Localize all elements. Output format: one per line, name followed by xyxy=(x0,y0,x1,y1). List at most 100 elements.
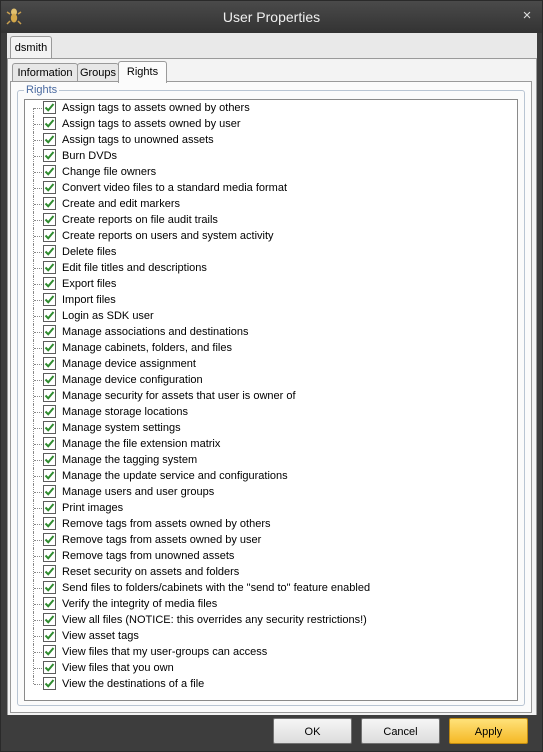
rights-tree[interactable]: Assign tags to assets owned by others Ass… xyxy=(24,99,518,701)
right-checkbox[interactable] xyxy=(43,325,56,338)
right-row[interactable]: Create reports on file audit trails xyxy=(25,212,517,228)
right-row[interactable]: Manage the file extension matrix xyxy=(25,436,517,452)
tree-branch xyxy=(34,508,42,509)
right-checkbox[interactable] xyxy=(43,405,56,418)
right-row[interactable]: Manage users and user groups xyxy=(25,484,517,500)
right-row[interactable]: Manage device configuration xyxy=(25,372,517,388)
right-checkbox[interactable] xyxy=(43,597,56,610)
tab-user[interactable]: dsmith xyxy=(10,36,52,59)
right-checkbox[interactable] xyxy=(43,421,56,434)
right-checkbox[interactable] xyxy=(43,309,56,322)
right-checkbox[interactable] xyxy=(43,245,56,258)
right-checkbox[interactable] xyxy=(43,181,56,194)
right-checkbox[interactable] xyxy=(43,149,56,162)
right-checkbox[interactable] xyxy=(43,213,56,226)
right-row[interactable]: Manage the tagging system xyxy=(25,452,517,468)
right-row[interactable]: Delete files xyxy=(25,244,517,260)
tab-rights[interactable]: Rights xyxy=(118,61,167,83)
right-checkbox[interactable] xyxy=(43,373,56,386)
right-row[interactable]: Manage storage locations xyxy=(25,404,517,420)
right-checkbox[interactable] xyxy=(43,501,56,514)
right-row[interactable]: Print images xyxy=(25,500,517,516)
tree-branch xyxy=(34,460,42,461)
right-label: View files that my user-groups can acces… xyxy=(62,646,268,658)
right-row[interactable]: Remove tags from assets owned by user xyxy=(25,532,517,548)
right-row[interactable]: Remove tags from assets owned by others xyxy=(25,516,517,532)
right-checkbox[interactable] xyxy=(43,133,56,146)
right-checkbox[interactable] xyxy=(43,437,56,450)
right-row[interactable]: View asset tags xyxy=(25,628,517,644)
tab-information[interactable]: Information xyxy=(12,63,78,82)
right-row[interactable]: View all files (NOTICE: this overrides a… xyxy=(25,612,517,628)
title-bar[interactable]: User Properties × xyxy=(1,1,542,33)
close-icon[interactable]: × xyxy=(519,8,535,24)
checkmark-icon xyxy=(44,247,55,256)
checkmark-icon xyxy=(44,663,55,672)
right-row[interactable]: Verify the integrity of media files xyxy=(25,596,517,612)
apply-button[interactable]: Apply xyxy=(449,718,528,744)
right-label: Manage the tagging system xyxy=(62,454,198,466)
right-row[interactable]: View the destinations of a file xyxy=(25,676,517,692)
right-row[interactable]: Send files to folders/cabinets with the … xyxy=(25,580,517,596)
right-row[interactable]: View files that you own xyxy=(25,660,517,676)
right-row[interactable]: Assign tags to unowned assets xyxy=(25,132,517,148)
right-checkbox[interactable] xyxy=(43,485,56,498)
right-row[interactable]: Manage the update service and configurat… xyxy=(25,468,517,484)
right-row[interactable]: Edit file titles and descriptions xyxy=(25,260,517,276)
right-row[interactable]: Change file owners xyxy=(25,164,517,180)
right-checkbox[interactable] xyxy=(43,565,56,578)
right-label: Delete files xyxy=(62,246,117,258)
right-row[interactable]: Assign tags to assets owned by user xyxy=(25,116,517,132)
right-checkbox[interactable] xyxy=(43,581,56,594)
right-row[interactable]: Reset security on assets and folders xyxy=(25,564,517,580)
right-label: Create reports on file audit trails xyxy=(62,214,218,226)
right-checkbox[interactable] xyxy=(43,165,56,178)
right-row[interactable]: View files that my user-groups can acces… xyxy=(25,644,517,660)
right-row[interactable]: Manage security for assets that user is … xyxy=(25,388,517,404)
checkmark-icon xyxy=(44,471,55,480)
right-label: Manage associations and destinations xyxy=(62,326,249,338)
tree-branch xyxy=(34,188,42,189)
right-checkbox[interactable] xyxy=(43,661,56,674)
right-checkbox[interactable] xyxy=(43,613,56,626)
right-checkbox[interactable] xyxy=(43,229,56,242)
right-checkbox[interactable] xyxy=(43,197,56,210)
right-checkbox[interactable] xyxy=(43,389,56,402)
ok-button[interactable]: OK xyxy=(273,718,352,744)
right-checkbox[interactable] xyxy=(43,517,56,530)
checkmark-icon xyxy=(44,199,55,208)
right-checkbox[interactable] xyxy=(43,277,56,290)
right-row[interactable]: Remove tags from unowned assets xyxy=(25,548,517,564)
right-label: Manage the update service and configurat… xyxy=(62,470,288,482)
right-checkbox[interactable] xyxy=(43,117,56,130)
tree-branch xyxy=(34,300,42,301)
right-row[interactable]: Manage cabinets, folders, and files xyxy=(25,340,517,356)
right-row[interactable]: Manage device assignment xyxy=(25,356,517,372)
right-row[interactable]: Export files xyxy=(25,276,517,292)
checkmark-icon xyxy=(44,135,55,144)
right-row[interactable]: Burn DVDs xyxy=(25,148,517,164)
right-row[interactable]: Login as SDK user xyxy=(25,308,517,324)
right-checkbox[interactable] xyxy=(43,645,56,658)
right-checkbox[interactable] xyxy=(43,341,56,354)
right-checkbox[interactable] xyxy=(43,629,56,642)
right-checkbox[interactable] xyxy=(43,101,56,114)
right-checkbox[interactable] xyxy=(43,453,56,466)
right-row[interactable]: Create and edit markers xyxy=(25,196,517,212)
right-checkbox[interactable] xyxy=(43,549,56,562)
tab-groups[interactable]: Groups xyxy=(77,63,119,82)
right-row[interactable]: Manage system settings xyxy=(25,420,517,436)
right-checkbox[interactable] xyxy=(43,469,56,482)
right-checkbox[interactable] xyxy=(43,293,56,306)
right-checkbox[interactable] xyxy=(43,261,56,274)
right-row[interactable]: Convert video files to a standard media … xyxy=(25,180,517,196)
right-checkbox[interactable] xyxy=(43,357,56,370)
right-row[interactable]: Import files xyxy=(25,292,517,308)
cancel-button[interactable]: Cancel xyxy=(361,718,440,744)
user-panel: Information Groups Rights Rights Assign … xyxy=(7,58,537,716)
right-row[interactable]: Create reports on users and system activ… xyxy=(25,228,517,244)
right-checkbox[interactable] xyxy=(43,533,56,546)
right-checkbox[interactable] xyxy=(43,677,56,690)
right-row[interactable]: Assign tags to assets owned by others xyxy=(25,100,517,116)
right-row[interactable]: Manage associations and destinations xyxy=(25,324,517,340)
